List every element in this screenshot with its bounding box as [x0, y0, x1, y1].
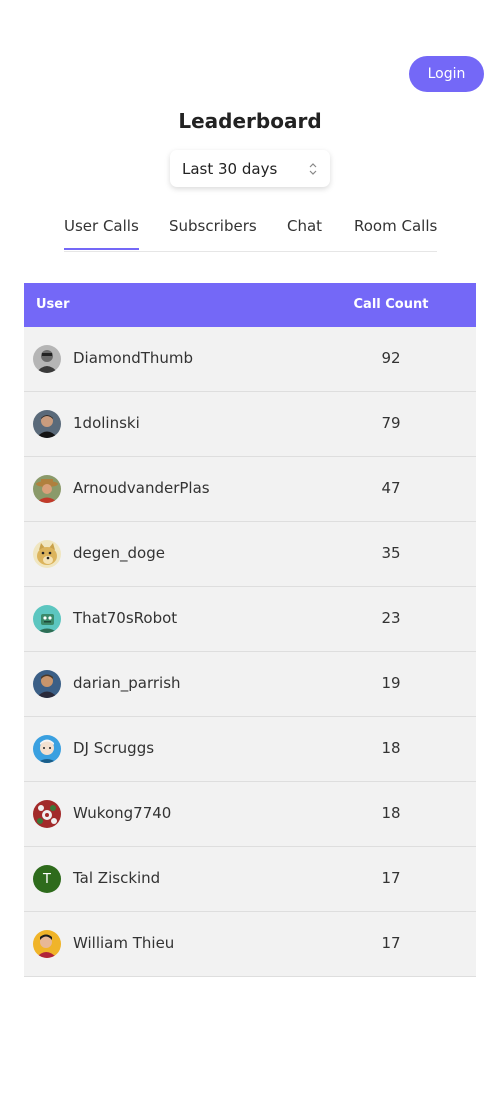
user-name: 1dolinski — [73, 414, 140, 432]
chevron-up-down-icon — [309, 162, 317, 175]
user-name: William Thieu — [73, 934, 175, 952]
avatar — [33, 345, 61, 373]
table-row[interactable]: That70sRobot 23 — [24, 587, 476, 652]
call-count: 92 — [381, 349, 401, 367]
avatar — [33, 410, 61, 438]
user-name: darian_parrish — [73, 674, 181, 692]
user-name: ArnoudvanderPlas — [73, 479, 210, 497]
call-count: 19 — [381, 674, 401, 692]
table-row[interactable]: T Tal Zisckind 17 — [24, 847, 476, 912]
table-row[interactable]: DJ Scruggs 18 — [24, 717, 476, 782]
leaderboard-tabs: User Calls Subscribers Chat Room Calls — [64, 208, 437, 252]
call-count: 18 — [381, 804, 401, 822]
login-button[interactable]: Login — [409, 56, 484, 92]
avatar — [33, 800, 61, 828]
call-count: 17 — [381, 934, 401, 952]
period-select-value: Last 30 days — [182, 159, 278, 178]
page-title: Leaderboard — [178, 109, 322, 133]
avatar — [33, 475, 61, 503]
doge-icon — [33, 540, 61, 568]
table-row[interactable]: 1dolinski 79 — [24, 392, 476, 457]
avatar — [33, 605, 61, 633]
table-row[interactable]: darian_parrish 19 — [24, 652, 476, 717]
call-count: 18 — [381, 739, 401, 757]
photo-avatar-dark-icon — [33, 410, 61, 438]
leaderboard-table: User Call Count DiamondThumb 92 1dolinsk… — [24, 283, 476, 977]
tab-room-calls[interactable]: Room Calls — [354, 208, 437, 249]
call-count: 35 — [381, 544, 401, 562]
robot-icon — [33, 605, 61, 633]
call-count: 79 — [381, 414, 401, 432]
table-row[interactable]: DiamondThumb 92 — [24, 327, 476, 392]
table-header: User Call Count — [24, 283, 476, 327]
photo-avatar-grayscale-icon — [33, 345, 61, 373]
column-header-call-count: Call Count — [353, 297, 429, 312]
user-name: Wukong7740 — [73, 804, 172, 822]
avatar-initial: T — [43, 871, 51, 887]
user-name: DJ Scruggs — [73, 739, 155, 757]
tab-subscribers[interactable]: Subscribers — [169, 208, 257, 249]
avatar — [33, 540, 61, 568]
call-count: 17 — [381, 869, 401, 887]
call-count: 23 — [381, 609, 401, 627]
avatar — [33, 670, 61, 698]
column-header-user: User — [36, 297, 70, 312]
avatar — [33, 735, 61, 763]
pattern-avatar-icon — [33, 800, 61, 828]
avatar — [33, 930, 61, 958]
user-name: That70sRobot — [73, 609, 178, 627]
photo-avatar-hat-icon — [33, 475, 61, 503]
cartoon-avatar-icon — [33, 735, 61, 763]
user-name: Tal Zisckind — [73, 869, 161, 887]
photo-avatar-blue-icon — [33, 670, 61, 698]
period-select[interactable]: Last 30 days — [170, 150, 330, 187]
photo-avatar-yellow-icon — [33, 930, 61, 958]
user-name: degen_doge — [73, 544, 165, 562]
tab-chat[interactable]: Chat — [287, 208, 322, 249]
tab-user-calls[interactable]: User Calls — [64, 208, 139, 250]
table-row[interactable]: ArnoudvanderPlas 47 — [24, 457, 476, 522]
user-name: DiamondThumb — [73, 349, 194, 367]
avatar: T — [33, 865, 61, 893]
table-row[interactable]: degen_doge 35 — [24, 522, 476, 587]
table-row[interactable]: Wukong7740 18 — [24, 782, 476, 847]
call-count: 47 — [381, 479, 401, 497]
table-row[interactable]: William Thieu 17 — [24, 912, 476, 977]
